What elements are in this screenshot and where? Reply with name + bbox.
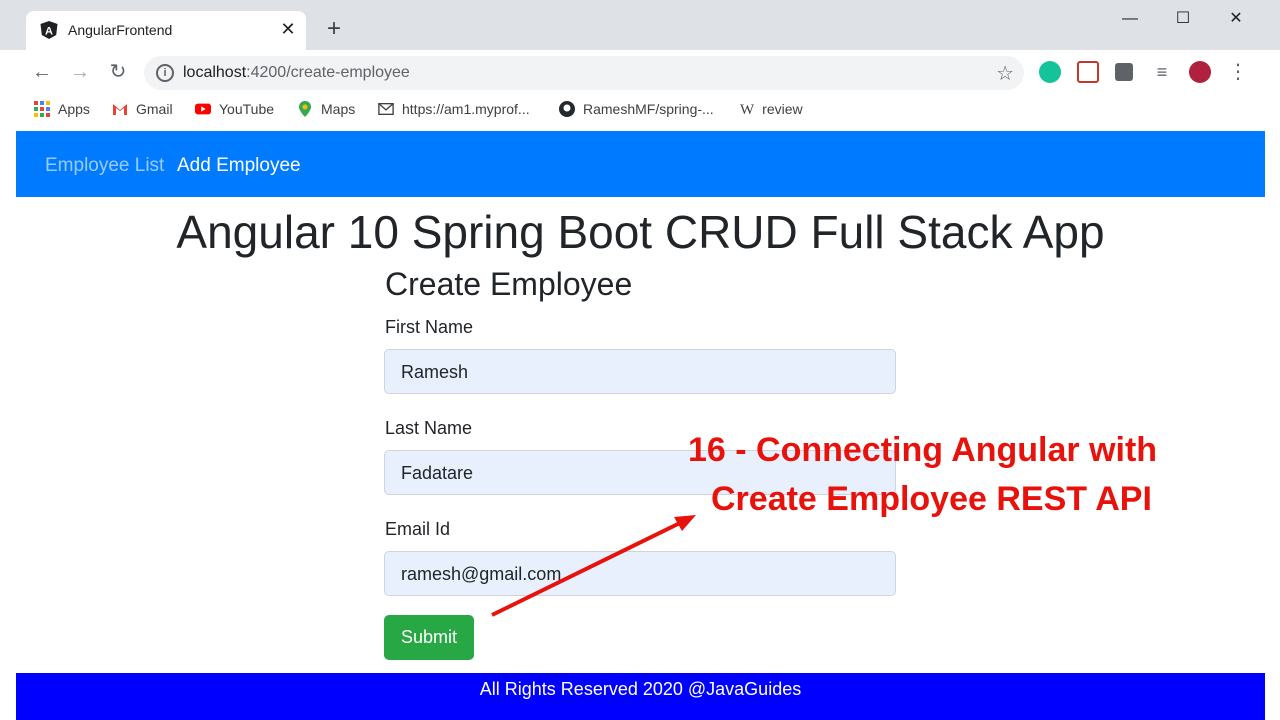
bookmark-maps[interactable]: Maps [297, 101, 355, 119]
menu-kebab-icon[interactable]: ⋮ [1226, 60, 1250, 84]
nav-employee-list[interactable]: Employee List [45, 155, 164, 177]
tab-close-icon[interactable]: ✕ [278, 19, 298, 39]
bookmark-gmail[interactable]: Gmail [112, 101, 173, 119]
svg-text:A: A [45, 26, 53, 38]
bookmark-github[interactable]: RameshMF/spring-... [559, 101, 714, 119]
browser-tab[interactable]: A AngularFrontend ✕ [26, 11, 306, 50]
first-name-label: First Name [385, 317, 474, 337]
bookmark-myprof[interactable]: https://am1.myprof... [378, 101, 530, 119]
page-title: Angular 10 Spring Boot CRUD Full Stack A… [176, 206, 1105, 258]
bookmark-label: Apps [58, 101, 90, 117]
minimize-icon[interactable]: — [1117, 6, 1143, 32]
url-host: localhost [183, 64, 247, 81]
email-label: Email Id [385, 519, 451, 539]
profile-avatar-icon[interactable] [1189, 61, 1211, 83]
bookmark-label: YouTube [219, 101, 275, 117]
overlay-caption-line1: 16 - Connecting Angular with [688, 431, 1158, 469]
pocket-icon[interactable] [1077, 61, 1099, 83]
grammarly-icon[interactable] [1039, 61, 1061, 83]
bookmark-review[interactable]: Wreview [740, 101, 803, 119]
wikipedia-icon: W [740, 102, 755, 118]
apps-grid-icon [34, 101, 50, 117]
bookmark-label: Maps [321, 101, 356, 117]
form-title: Create Employee [385, 266, 633, 302]
address-bar[interactable]: i localhost:4200/create-employee ☆ [144, 56, 1024, 90]
gmail-icon [113, 104, 127, 115]
submit-button[interactable]: Submit [384, 615, 474, 660]
site-info-icon[interactable]: i [156, 64, 174, 82]
nav-add-employee[interactable]: Add Employee [177, 155, 301, 177]
reload-icon[interactable]: ↻ [106, 60, 130, 84]
tab-title: AngularFrontend [68, 22, 173, 38]
media-queue-icon[interactable]: ≡ [1150, 60, 1174, 84]
first-name-input[interactable]: Ramesh [384, 349, 896, 394]
window-margin-right [1265, 131, 1280, 720]
top-navbar: Employee List Add Employee [16, 131, 1265, 197]
overlay-caption-line2: Create Employee REST API [711, 480, 1152, 518]
annotation-arrow-icon [491, 515, 696, 617]
close-window-icon[interactable]: ✕ [1223, 6, 1249, 32]
bookmark-youtube[interactable]: YouTube [195, 101, 274, 119]
page-footer: All Rights Reserved 2020 @JavaGuides [16, 673, 1265, 720]
url-text[interactable]: localhost:4200/create-employee [183, 64, 410, 82]
url-path: :4200/create-employee [246, 64, 410, 81]
bookmark-label: Gmail [136, 101, 173, 117]
angular-favicon-icon: A [40, 21, 58, 39]
window-margin-left [0, 131, 16, 720]
bookmarks-bar: Apps Gmail YouTube Maps https://am1.mypr… [0, 94, 1280, 126]
bookmark-label: RameshMF/spring-... [583, 101, 714, 117]
browser-chrome: A AngularFrontend ✕ + — ☐ ✕ ← → ↻ i loca… [0, 0, 1280, 131]
maximize-icon[interactable]: ☐ [1170, 6, 1196, 32]
bookmark-star-icon[interactable]: ☆ [996, 61, 1014, 86]
github-icon [559, 101, 575, 117]
app-root: Employee List Add Employee Angular 10 Sp… [16, 131, 1265, 720]
extensions-puzzle-icon[interactable] [1115, 63, 1133, 81]
browser-toolbar: ← → ↻ i localhost:4200/create-employee ☆… [0, 50, 1280, 94]
tab-strip: A AngularFrontend ✕ + — ☐ ✕ [0, 0, 1280, 50]
new-tab-icon[interactable]: + [322, 17, 346, 42]
youtube-icon [195, 103, 211, 115]
back-icon[interactable]: ← [30, 60, 54, 84]
bookmark-apps[interactable]: Apps [34, 101, 90, 119]
forward-icon[interactable]: → [68, 60, 92, 84]
maps-pin-icon [299, 101, 311, 117]
mail-envelope-icon [378, 103, 394, 115]
bookmark-label: https://am1.myprof... [402, 101, 530, 117]
last-name-label: Last Name [385, 418, 473, 438]
bookmark-label: review [762, 101, 803, 117]
